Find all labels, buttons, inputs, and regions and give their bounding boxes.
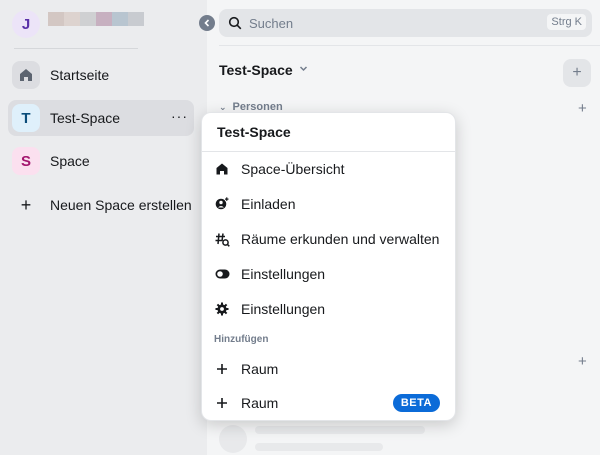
explore-rooms-icon: [214, 231, 230, 247]
plus-icon: [214, 361, 230, 377]
menu-item-add-room[interactable]: Raum: [202, 353, 455, 385]
sidebar-divider: [14, 48, 138, 49]
menu-item-space-overview[interactable]: Space-Übersicht: [202, 153, 455, 185]
space-avatar: T: [12, 104, 40, 132]
sidebar-item-label: Space: [50, 153, 90, 169]
chevron-down-icon: [299, 64, 308, 76]
menu-item-label: Space-Übersicht: [241, 161, 345, 177]
menu-section-add: Hinzufügen: [214, 334, 269, 345]
space-title[interactable]: Test-Space: [219, 62, 308, 78]
menu-item-label: Einladen: [241, 196, 296, 212]
beta-badge: BETA: [392, 394, 440, 412]
collapse-sidebar-button[interactable]: [199, 15, 215, 31]
toggle-icon: [214, 266, 230, 282]
plus-icon: [214, 395, 230, 411]
menu-item-add-room-beta[interactable]: Raum BETA: [202, 387, 455, 419]
home-tile: [12, 61, 40, 89]
user-name-redacted: [48, 12, 144, 26]
menu-item-label: Einstellungen: [241, 266, 326, 282]
sidebar-item-space[interactable]: S Space: [8, 143, 194, 179]
create-space-button[interactable]: + Neuen Space erstellen: [8, 187, 194, 223]
chevron-left-icon: [204, 19, 210, 27]
skeleton-avatar: [219, 425, 247, 453]
home-icon: [20, 69, 32, 81]
search-placeholder: Suchen: [249, 15, 294, 31]
menu-title: Test-Space: [217, 124, 291, 140]
menu-item-label: Raum: [241, 395, 279, 411]
search-input[interactable]: Suchen Strg K: [219, 9, 592, 37]
chevron-down-icon: ⌄: [219, 102, 227, 112]
space-avatar: S: [12, 147, 40, 175]
sidebar-item-label: Test-Space: [50, 110, 121, 126]
user-avatar[interactable]: J: [12, 10, 40, 38]
skeleton-line: [255, 426, 425, 434]
menu-item-label: Raum: [241, 361, 279, 377]
menu-item-explore-rooms[interactable]: Räume erkunden und verwalten: [202, 223, 455, 255]
menu-item-label: Einstellungen: [241, 301, 326, 317]
create-space-label: Neuen Space erstellen: [50, 197, 192, 213]
search-shortcut: Strg K: [547, 14, 586, 30]
invite-icon: [214, 196, 230, 212]
menu-item-settings-preferences[interactable]: Einstellungen: [202, 258, 455, 290]
gear-icon: [214, 301, 230, 317]
menu-item-settings[interactable]: Einstellungen: [202, 293, 455, 325]
menu-item-label: Räume erkunden und verwalten: [241, 231, 440, 247]
more-options-icon[interactable]: ···: [171, 108, 188, 124]
space-context-menu: Test-Space Space-Übersicht Einladen Räum…: [201, 112, 456, 421]
menu-divider: [202, 151, 455, 152]
header-divider: [219, 45, 600, 46]
skeleton-line: [255, 443, 383, 451]
menu-item-invite[interactable]: Einladen: [202, 188, 455, 220]
search-icon: [228, 16, 242, 30]
home-icon: [214, 161, 230, 177]
sidebar-item-label: Startseite: [50, 67, 110, 83]
add-room-icon[interactable]: +: [578, 353, 587, 370]
space-sidebar: J Startseite T Test-Space ··· S Space + …: [0, 0, 207, 455]
sidebar-item-test-space[interactable]: T Test-Space ···: [8, 100, 194, 136]
sidebar-item-home[interactable]: Startseite: [8, 57, 194, 93]
add-person-icon[interactable]: +: [578, 100, 587, 117]
add-button[interactable]: +: [563, 59, 591, 87]
space-title-text: Test-Space: [219, 62, 293, 78]
plus-icon: +: [20, 194, 32, 215]
